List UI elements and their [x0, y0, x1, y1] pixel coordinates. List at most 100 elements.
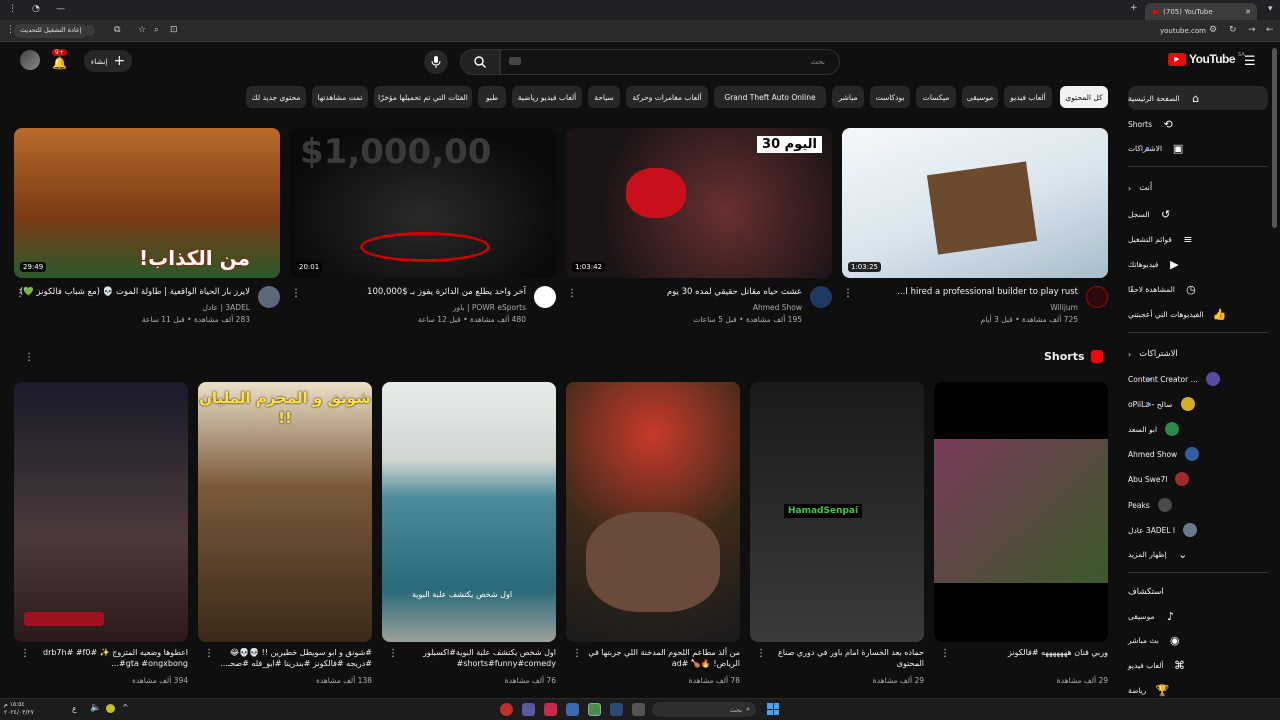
extensions-icon[interactable]: ⧉: [114, 26, 120, 35]
install-app-icon[interactable]: ⊡: [170, 26, 178, 35]
chip-cooking[interactable]: طبو: [478, 86, 506, 108]
sidebar-show-more[interactable]: ⌄ إظهار المزيد: [1128, 542, 1268, 566]
short-thumbnail[interactable]: [566, 382, 740, 642]
short-title[interactable]: وربي فنان هههههههه #فالكونز: [948, 647, 1108, 658]
new-tab-icon[interactable]: +: [1130, 4, 1138, 13]
tab-close-icon[interactable]: ✕: [1245, 8, 1251, 16]
sidebar-sub-item[interactable]: Content Creator ...: [1128, 367, 1268, 391]
more-actions-icon[interactable]: ⋮: [843, 288, 853, 299]
taskbar-app-icon[interactable]: [544, 703, 557, 716]
back-icon[interactable]: ←: [1266, 26, 1274, 35]
more-actions-icon[interactable]: ⋮: [291, 288, 301, 299]
sidebar-item-playlists[interactable]: ≡ قوائم التشغيل: [1128, 227, 1268, 251]
short-title[interactable]: #شونق و ابو سويطل خطيرين !! 💀💀😂 #دريجه #…: [212, 647, 372, 669]
sidebar-item-subscriptions[interactable]: ▣ الاشتراكات: [1128, 136, 1268, 160]
sidebar-sub-item[interactable]: ابو السعد: [1128, 417, 1268, 441]
video-title[interactable]: آخر واحد يطلع من الدائرة يفوز بـ $100,00…: [367, 287, 526, 297]
tray-expand-icon[interactable]: ^: [122, 703, 129, 712]
chip-video-games[interactable]: ألعاب فيديو: [1004, 86, 1052, 108]
reload-to-update-button[interactable]: إعادة التشغيل للتحديث: [14, 24, 88, 38]
more-actions-icon[interactable]: ⋮: [15, 288, 25, 299]
volume-icon[interactable]: 🔈: [90, 703, 101, 713]
sidebar-sub-item[interactable]: Abu Swe7l: [1128, 467, 1268, 491]
site-settings-icon[interactable]: ⚙: [1209, 26, 1217, 35]
search-input[interactable]: بحث: [500, 49, 840, 75]
chip-sports-games[interactable]: ألعاب فيديو رياضية: [512, 86, 582, 108]
short-title[interactable]: من ألذ مطاعم اللحوم المدخنة اللي جربتها …: [580, 647, 740, 669]
sidebar-item-home[interactable]: ⌂ الصفحة الرئيسية: [1128, 86, 1268, 110]
more-actions-icon[interactable]: ⋮: [567, 288, 577, 299]
more-actions-icon[interactable]: ⋮: [20, 648, 30, 659]
video-thumbnail[interactable]: $1,000,00 20:01: [290, 128, 556, 278]
chip-new-to-you[interactable]: محتوى جديد لك: [246, 86, 306, 108]
sidebar-sub-item[interactable]: Peaks: [1128, 493, 1268, 517]
short-thumbnail[interactable]: [14, 382, 188, 642]
short-thumbnail[interactable]: HamadSenpai: [750, 382, 924, 642]
sidebar-item-history[interactable]: ↺ السجل: [1128, 202, 1268, 226]
search-button[interactable]: [460, 49, 500, 75]
sidebar-item-shorts[interactable]: ⟲ Shorts: [1128, 112, 1268, 136]
sidebar-item-liked[interactable]: 👍 الفيديوهات التي أعجبتني: [1128, 302, 1268, 326]
chip-mixes[interactable]: ميكسات: [916, 86, 956, 108]
sidebar-sub-item[interactable]: صالح - oPiiLz: [1128, 392, 1268, 416]
video-thumbnail[interactable]: اليوم 30 1:03:42: [566, 128, 832, 278]
more-actions-icon[interactable]: ⋮: [572, 648, 582, 659]
taskbar-steam-icon[interactable]: [610, 703, 623, 716]
more-actions-icon[interactable]: ⋮: [756, 648, 766, 659]
video-title[interactable]: I hired a professional builder to play r…: [897, 287, 1078, 297]
browser-menu-icon[interactable]: ⋮: [8, 5, 17, 14]
profile-icon[interactable]: [84, 25, 95, 36]
tab-list-icon[interactable]: ▾: [1268, 5, 1273, 14]
tray-app-icon[interactable]: [106, 704, 115, 713]
channel-avatar[interactable]: [1086, 286, 1108, 308]
tab-youtube[interactable]: ▶ (705) YouTube ✕: [1145, 3, 1257, 20]
chip-podcasts[interactable]: بودكاست: [870, 86, 910, 108]
more-actions-icon[interactable]: ⋮: [204, 648, 214, 659]
forward-icon[interactable]: →: [1248, 26, 1256, 35]
short-thumbnail[interactable]: اول شخص يكتشف علبة البوية: [382, 382, 556, 642]
voice-search-button[interactable]: [424, 50, 448, 74]
channel-avatar[interactable]: [258, 286, 280, 308]
channel-avatar[interactable]: [534, 286, 556, 308]
system-clock[interactable]: ١٥:٥٤ م ٢٠٢٤/٠٣/٢٧: [4, 701, 34, 717]
taskbar-app-icon[interactable]: [500, 703, 513, 716]
account-avatar[interactable]: [20, 50, 40, 70]
more-actions-icon[interactable]: ⋮: [388, 648, 398, 659]
sidebar-item-watch-later[interactable]: ◷ المشاهدة لاحقًا: [1128, 277, 1268, 301]
keyboard-icon[interactable]: [509, 57, 521, 65]
zoom-icon[interactable]: ⌕: [154, 26, 159, 35]
chip-music[interactable]: موسيقى: [962, 86, 998, 108]
channel-avatar[interactable]: [810, 286, 832, 308]
short-thumbnail[interactable]: [934, 382, 1108, 642]
short-thumbnail[interactable]: شونق و المحزم المليان !!: [198, 382, 372, 642]
chip-gta-online[interactable]: Grand Theft Auto Online: [714, 86, 826, 108]
video-channel[interactable]: Willjum: [1050, 303, 1078, 312]
sidebar-sub-item[interactable]: Ahmed Show: [1128, 442, 1268, 466]
video-channel[interactable]: POWR eSports | باور: [453, 303, 526, 312]
short-title[interactable]: اعطوها وضعيه المتزوج ✨ #drb7h# #f0 #gta …: [28, 647, 188, 669]
sidebar-item-music[interactable]: ♪ موسيقى: [1128, 604, 1268, 628]
chip-tourism[interactable]: سياحة: [588, 86, 620, 108]
video-channel[interactable]: Ahmed Show: [753, 303, 802, 312]
browser-restore-icon[interactable]: ◔: [32, 5, 40, 14]
video-thumbnail[interactable]: من الكذاب! 29:49: [14, 128, 280, 278]
language-indicator[interactable]: ع: [72, 704, 77, 713]
create-button[interactable]: إنشاء +: [84, 50, 132, 72]
video-title[interactable]: لايرز بار الحياة الواقعية | طاولة الموت …: [20, 287, 250, 297]
taskbar-search[interactable]: بحث ⌕: [652, 702, 756, 717]
minimize-icon[interactable]: —: [56, 5, 65, 14]
chip-all[interactable]: كل المحتوى: [1060, 86, 1108, 108]
chip-recently-uploaded[interactable]: الفئات التي تم تحميلها مؤخرًا: [374, 86, 472, 108]
sidebar-subscriptions-heading[interactable]: الاشتراكات ‹: [1128, 342, 1268, 366]
video-title[interactable]: عشت حياه مقاتل حقيقي لمده 30 يوم: [667, 287, 802, 297]
shorts-more-icon[interactable]: ⋮: [24, 352, 34, 363]
sidebar-item-gaming[interactable]: ⌘ ألعاب فيديو: [1128, 653, 1268, 677]
taskbar-app-icon[interactable]: [566, 703, 579, 716]
taskbar-chrome-icon[interactable]: [588, 703, 601, 716]
video-thumbnail[interactable]: 1:03:25: [842, 128, 1108, 278]
sidebar-item-your-videos[interactable]: ▶ فيديوهاتك: [1128, 252, 1268, 276]
video-channel[interactable]: 3ADEL | عادل: [203, 303, 250, 312]
taskbar-app-icon[interactable]: [522, 703, 535, 716]
sidebar-sub-item[interactable]: 3ADEL l عادل: [1128, 518, 1268, 542]
short-title[interactable]: اول شخص يكتشف علبة البوية#اكسبلور shorts…: [396, 647, 556, 669]
